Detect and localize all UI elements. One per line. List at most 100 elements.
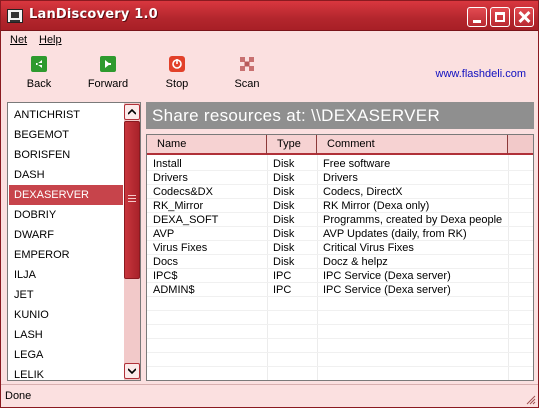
- stop-button[interactable]: Stop: [147, 56, 207, 96]
- row-gridline: [147, 212, 533, 213]
- row-gridline: [147, 240, 533, 241]
- cell-comment: Critical Virus Fixes: [323, 242, 414, 254]
- cell-comment: Free software: [323, 158, 391, 170]
- row-gridline: [147, 184, 533, 185]
- row-gridline: [147, 268, 533, 269]
- forward-button[interactable]: Forward: [78, 56, 138, 96]
- table-row[interactable]: DEXA_SOFT Disk Programms, created by Dexa …: [147, 213, 533, 227]
- cell-name: Drivers: [153, 172, 188, 184]
- row-gridline: [147, 338, 533, 339]
- row-gridline: [147, 170, 533, 171]
- cell-name: Codecs&DX: [153, 186, 213, 198]
- row-gridline: [147, 296, 533, 297]
- cell-name: RK_Mirror: [153, 200, 204, 212]
- table-row[interactable]: ADMIN$ IPC IPC Service (Dexa server): [147, 283, 533, 297]
- computer-list-item[interactable]: LEGA: [9, 345, 123, 365]
- computer-list-item[interactable]: BORISFEN: [9, 145, 123, 165]
- cell-type: Disk: [273, 158, 295, 170]
- scan-label: Scan: [234, 78, 260, 90]
- computer-list-item[interactable]: DASH: [9, 165, 123, 185]
- chevron-up-icon: [128, 109, 136, 115]
- window-title: LanDiscovery 1.0: [29, 7, 158, 22]
- forward-arrow-icon: [100, 56, 116, 72]
- share-panel: Share resources at: \\DEXASERVER Name Ty…: [146, 102, 534, 381]
- cell-type: IPC: [273, 284, 292, 296]
- scroll-up-button[interactable]: [124, 104, 140, 120]
- share-header: Share resources at: \\DEXASERVER: [146, 102, 534, 129]
- back-button[interactable]: Back: [9, 56, 69, 96]
- minimize-button[interactable]: [467, 7, 487, 27]
- computer-list-item[interactable]: BEGEMOT: [9, 125, 123, 145]
- toolbar: Back Forward Stop Scan www.flashdeli.com: [1, 50, 538, 100]
- cell-name: Virus Fixes: [153, 242, 208, 254]
- cell-comment: Codecs, DirectX: [323, 186, 403, 198]
- back-arrow-icon: [31, 56, 47, 72]
- scroll-thumb[interactable]: [124, 121, 140, 279]
- row-gridline: [147, 226, 533, 227]
- maximize-icon: [495, 12, 505, 22]
- cell-type: Disk: [273, 214, 295, 226]
- minimize-icon: [473, 20, 481, 23]
- menu-net[interactable]: Net: [10, 34, 27, 46]
- cell-comment: Programms, created by Dexa people: [323, 214, 503, 226]
- cell-comment: Docz & helpz: [323, 256, 388, 268]
- computer-list-item[interactable]: DOBRIY: [9, 205, 123, 225]
- table-row[interactable]: IPC$ IPC IPC Service (Dexa server): [147, 269, 533, 283]
- resize-grip-icon[interactable]: [524, 393, 536, 405]
- menu-bar: Net Help: [1, 32, 538, 50]
- back-label: Back: [26, 78, 52, 90]
- cell-name: AVP: [153, 228, 175, 240]
- cell-name: Docs: [153, 256, 179, 268]
- row-gridline: [147, 254, 533, 255]
- table-row[interactable]: RK_Mirror Disk RK Mirror (Dexa only): [147, 199, 533, 213]
- cell-comment: IPC Service (Dexa server): [323, 284, 451, 296]
- cell-name: IPC$: [153, 270, 178, 282]
- scroll-down-button[interactable]: [124, 363, 140, 379]
- cell-comment: Drivers: [323, 172, 358, 184]
- menu-net-label: Net: [10, 34, 28, 46]
- list-scrollbar[interactable]: [124, 103, 140, 380]
- status-bar: Done: [1, 384, 538, 407]
- computer-list-item[interactable]: DEXASERVER: [9, 185, 123, 205]
- menu-help-label: Help: [39, 34, 62, 46]
- computer-list-item[interactable]: LASH: [9, 325, 123, 345]
- table-row[interactable]: Install Disk Free software: [147, 157, 533, 171]
- forward-label: Forward: [87, 78, 129, 90]
- share-table[interactable]: Name Type Comment Install Disk Free softwa…: [146, 134, 534, 381]
- close-button[interactable]: [514, 7, 534, 27]
- table-row[interactable]: Docs Disk Docz & helpz: [147, 255, 533, 269]
- computer-list-item[interactable]: ILJA: [9, 265, 123, 285]
- table-row[interactable]: AVP Disk AVP Updates (daily, from RK): [147, 227, 533, 241]
- cell-name: DEXA_SOFT: [153, 214, 219, 226]
- computer-list-item[interactable]: DWARF: [9, 225, 123, 245]
- cell-name: ADMIN$: [153, 284, 195, 296]
- computer-list-item[interactable]: EMPEROR: [9, 245, 123, 265]
- table-row[interactable]: Codecs&DX Disk Codecs, DirectX: [147, 185, 533, 199]
- cell-comment: RK Mirror (Dexa only): [323, 200, 430, 212]
- cell-comment: IPC Service (Dexa server): [323, 270, 451, 282]
- cell-comment: AVP Updates (daily, from RK): [323, 228, 467, 240]
- title-bar[interactable]: LanDiscovery 1.0: [1, 1, 538, 31]
- column-header-name[interactable]: Name: [147, 135, 267, 155]
- computer-list-item[interactable]: ANTICHRIST: [9, 105, 123, 125]
- scan-network-icon: [240, 57, 254, 71]
- table-row[interactable]: Drivers Disk Drivers: [147, 171, 533, 185]
- row-gridline: [147, 282, 533, 283]
- row-gridline: [147, 324, 533, 325]
- column-header-comment[interactable]: Comment: [317, 135, 508, 155]
- computer-list-item[interactable]: KUNIO: [9, 305, 123, 325]
- menu-help[interactable]: Help: [39, 34, 62, 46]
- row-gridline: [147, 352, 533, 353]
- cell-type: IPC: [273, 270, 292, 282]
- column-header-type[interactable]: Type: [267, 135, 317, 155]
- table-row[interactable]: Virus Fixes Disk Critical Virus Fixes: [147, 241, 533, 255]
- website-link[interactable]: www.flashdeli.com: [436, 68, 526, 80]
- app-computer-icon[interactable]: [7, 9, 23, 23]
- grip-icon: [128, 195, 136, 202]
- computer-list[interactable]: ANTICHRIST BEGEMOT BORISFEN DASH DEXASERVER D…: [7, 102, 141, 381]
- maximize-button[interactable]: [490, 7, 510, 27]
- row-gridline: [147, 380, 534, 381]
- computer-list-item[interactable]: JET: [9, 285, 123, 305]
- computer-list-item[interactable]: LELIK: [9, 365, 123, 385]
- scan-button[interactable]: Scan: [217, 56, 277, 96]
